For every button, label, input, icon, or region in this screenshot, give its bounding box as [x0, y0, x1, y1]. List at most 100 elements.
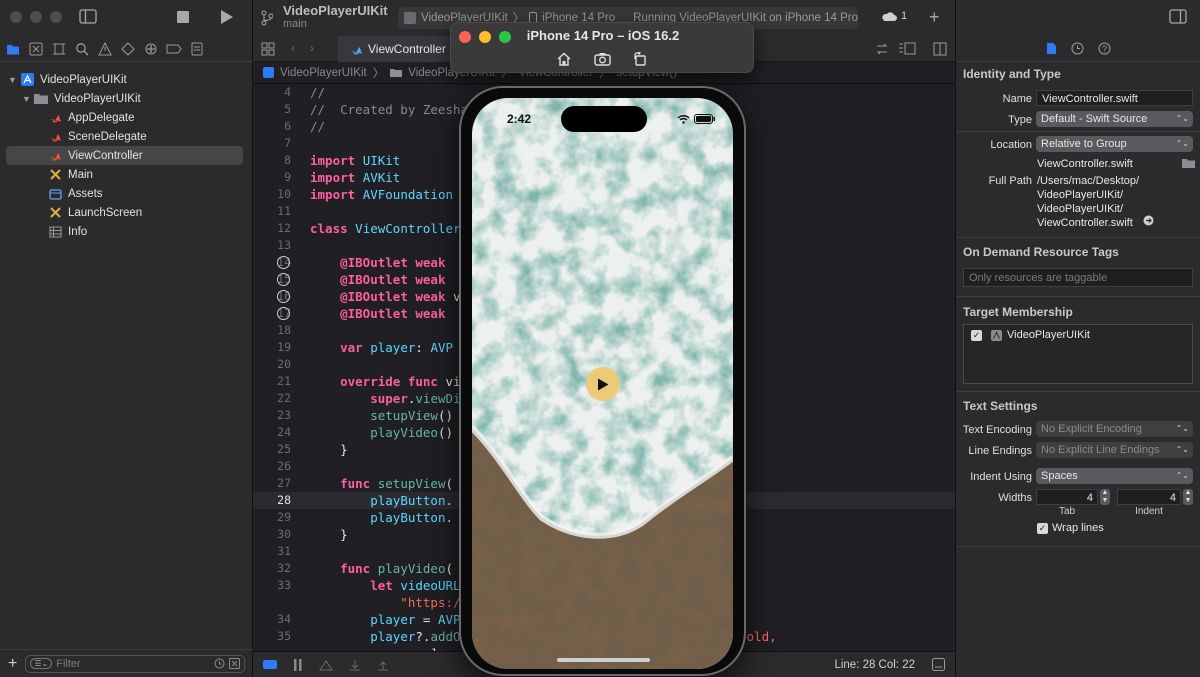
line-number: 12	[277, 221, 291, 235]
ondemand-section-title: On Demand Resource Tags	[963, 245, 1119, 259]
tree-item-main[interactable]: Main	[0, 165, 253, 184]
tree-item-viewcontroller[interactable]: ViewController	[6, 146, 243, 165]
tree-item-group[interactable]: ▼ VideoPlayerUIKit	[0, 89, 253, 108]
home-icon[interactable]	[556, 52, 572, 66]
outlet-connection-icon[interactable]	[277, 290, 290, 303]
help-inspector-icon[interactable]: ?	[1098, 42, 1111, 55]
tree-item-assets[interactable]: Assets	[0, 184, 253, 203]
grid-icon[interactable]	[261, 42, 275, 56]
breakpoint-navigator-icon[interactable]	[165, 40, 183, 58]
indent-width-field[interactable]: 4	[1117, 489, 1181, 505]
folder-icon[interactable]	[1182, 158, 1195, 168]
debug-navigator-icon[interactable]	[142, 40, 160, 58]
debug-area-toggle-icon[interactable]	[263, 660, 277, 669]
phone-screen[interactable]: 2:42	[472, 98, 733, 669]
run-icon[interactable]	[220, 9, 234, 25]
add-icon[interactable]: +	[8, 655, 17, 673]
tree-item-info[interactable]: Info	[0, 222, 253, 241]
target-checkbox[interactable]: ✓	[971, 330, 982, 341]
line-number: 21	[277, 374, 291, 388]
rotate-icon[interactable]	[633, 52, 647, 66]
encoding-select[interactable]: No Explicit Encoding ⌃⌄	[1036, 421, 1193, 437]
type-select[interactable]: Default - Swift Source ⌃⌄	[1036, 111, 1193, 127]
step-out-icon[interactable]	[377, 659, 389, 671]
issue-navigator-icon[interactable]	[96, 40, 114, 58]
chevron-right-icon: 〉	[372, 67, 385, 80]
tree-item-launchscreen[interactable]: LaunchScreen	[0, 203, 253, 222]
symbol-navigator-icon[interactable]	[50, 40, 68, 58]
tab-width-field[interactable]: 4	[1036, 489, 1098, 505]
filter-field[interactable]: ☰⌄ Filter	[25, 654, 245, 673]
code-text: super.viewDi	[370, 391, 461, 406]
simulator-toolbar	[556, 52, 647, 66]
filter-options-icon[interactable]: ☰⌄	[30, 658, 53, 669]
line-number: 35	[277, 629, 291, 643]
outlet-connection-icon[interactable]	[277, 307, 290, 320]
code-text: @IBOutlet weak	[340, 255, 446, 270]
outlet-connection-icon[interactable]	[277, 273, 290, 286]
indent-width-stepper[interactable]: ▲ ▼	[1183, 489, 1193, 505]
breadcrumb-item[interactable]: VideoPlayerUIKit	[280, 67, 367, 79]
find-navigator-icon[interactable]	[73, 40, 91, 58]
inspector-toggle-icon[interactable]	[1169, 9, 1187, 24]
line-number: 34	[277, 612, 291, 626]
test-navigator-icon[interactable]	[119, 40, 137, 58]
report-navigator-icon[interactable]	[188, 40, 206, 58]
tree-item-appdelegate[interactable]: AppDelegate	[0, 108, 253, 127]
line-number: 18	[277, 323, 291, 337]
simulator-window-bar[interactable]: iPhone 14 Pro – iOS 16.2	[450, 22, 754, 73]
home-indicator[interactable]	[557, 658, 650, 662]
tree-item-scenedelegate[interactable]: SceneDelegate	[0, 127, 253, 146]
target-list: ✓ VideoPlayerUIKit	[963, 324, 1193, 384]
minimap-toggle-icon[interactable]	[932, 658, 945, 671]
add-tab-icon[interactable]: +	[929, 7, 940, 28]
name-field[interactable]: ViewController.swift	[1036, 90, 1193, 106]
divider	[956, 131, 1200, 132]
line-number: 19	[277, 340, 291, 354]
code-text: func playVideo(	[340, 561, 454, 576]
step-into-icon[interactable]	[349, 659, 361, 671]
wrap-lines-checkbox[interactable]: ✓	[1037, 523, 1048, 534]
battery-icon	[694, 114, 716, 124]
recent-files-icon[interactable]	[214, 658, 225, 669]
disclosure-chevron-icon[interactable]: ▼	[22, 94, 34, 104]
folder-icon	[34, 92, 48, 106]
screenshot-icon[interactable]	[594, 52, 611, 66]
split-editor-icon[interactable]	[933, 42, 947, 56]
code-text: class ViewController	[310, 221, 461, 236]
outlet-connection-icon[interactable]	[277, 256, 290, 269]
source-control-filter-icon[interactable]	[229, 658, 240, 669]
indent-using-label: Indent Using	[970, 471, 1032, 483]
minimize-window-button[interactable]	[30, 11, 42, 23]
status-bar-indicators	[677, 114, 716, 124]
step-over-icon[interactable]	[319, 659, 333, 671]
tree-item-project[interactable]: ▼ VideoPlayerUIKit	[0, 70, 253, 89]
related-items-icon[interactable]	[875, 42, 889, 56]
project-navigator-icon[interactable]	[4, 40, 22, 58]
indent-using-select[interactable]: Spaces ⌃⌄	[1036, 468, 1193, 484]
forward-icon[interactable]: ›	[310, 41, 314, 55]
sidebar-toggle-icon[interactable]	[79, 9, 97, 24]
zoom-window-button[interactable]	[50, 11, 62, 23]
reveal-arrow-icon[interactable]	[1143, 215, 1154, 226]
widths-label: Widths	[998, 492, 1032, 504]
disclosure-chevron-icon[interactable]: ▼	[8, 75, 20, 85]
stop-icon[interactable]	[177, 11, 189, 23]
file-inspector-icon[interactable]	[1046, 42, 1057, 55]
play-button[interactable]	[586, 367, 620, 401]
tags-field[interactable]: Only resources are taggable	[963, 268, 1193, 287]
location-select[interactable]: Relative to Group ⌃⌄	[1036, 136, 1193, 152]
source-control-icon[interactable]	[27, 40, 45, 58]
tree-item-label: VideoPlayerUIKit	[40, 73, 127, 86]
window-traffic-lights[interactable]	[10, 11, 62, 23]
history-inspector-icon[interactable]	[1071, 42, 1084, 55]
editor-options-icon[interactable]	[898, 42, 916, 56]
back-icon[interactable]: ‹	[291, 41, 295, 55]
pause-icon[interactable]	[293, 658, 303, 671]
issues-badge[interactable]: 1	[881, 10, 907, 22]
tab-width-stepper[interactable]: ▲ ▼	[1100, 489, 1110, 505]
wifi-icon	[677, 114, 690, 124]
close-window-button[interactable]	[10, 11, 22, 23]
tab-viewcontroller[interactable]: ViewController	[338, 36, 458, 62]
endings-select[interactable]: No Explicit Line Endings ⌃⌄	[1036, 442, 1193, 458]
